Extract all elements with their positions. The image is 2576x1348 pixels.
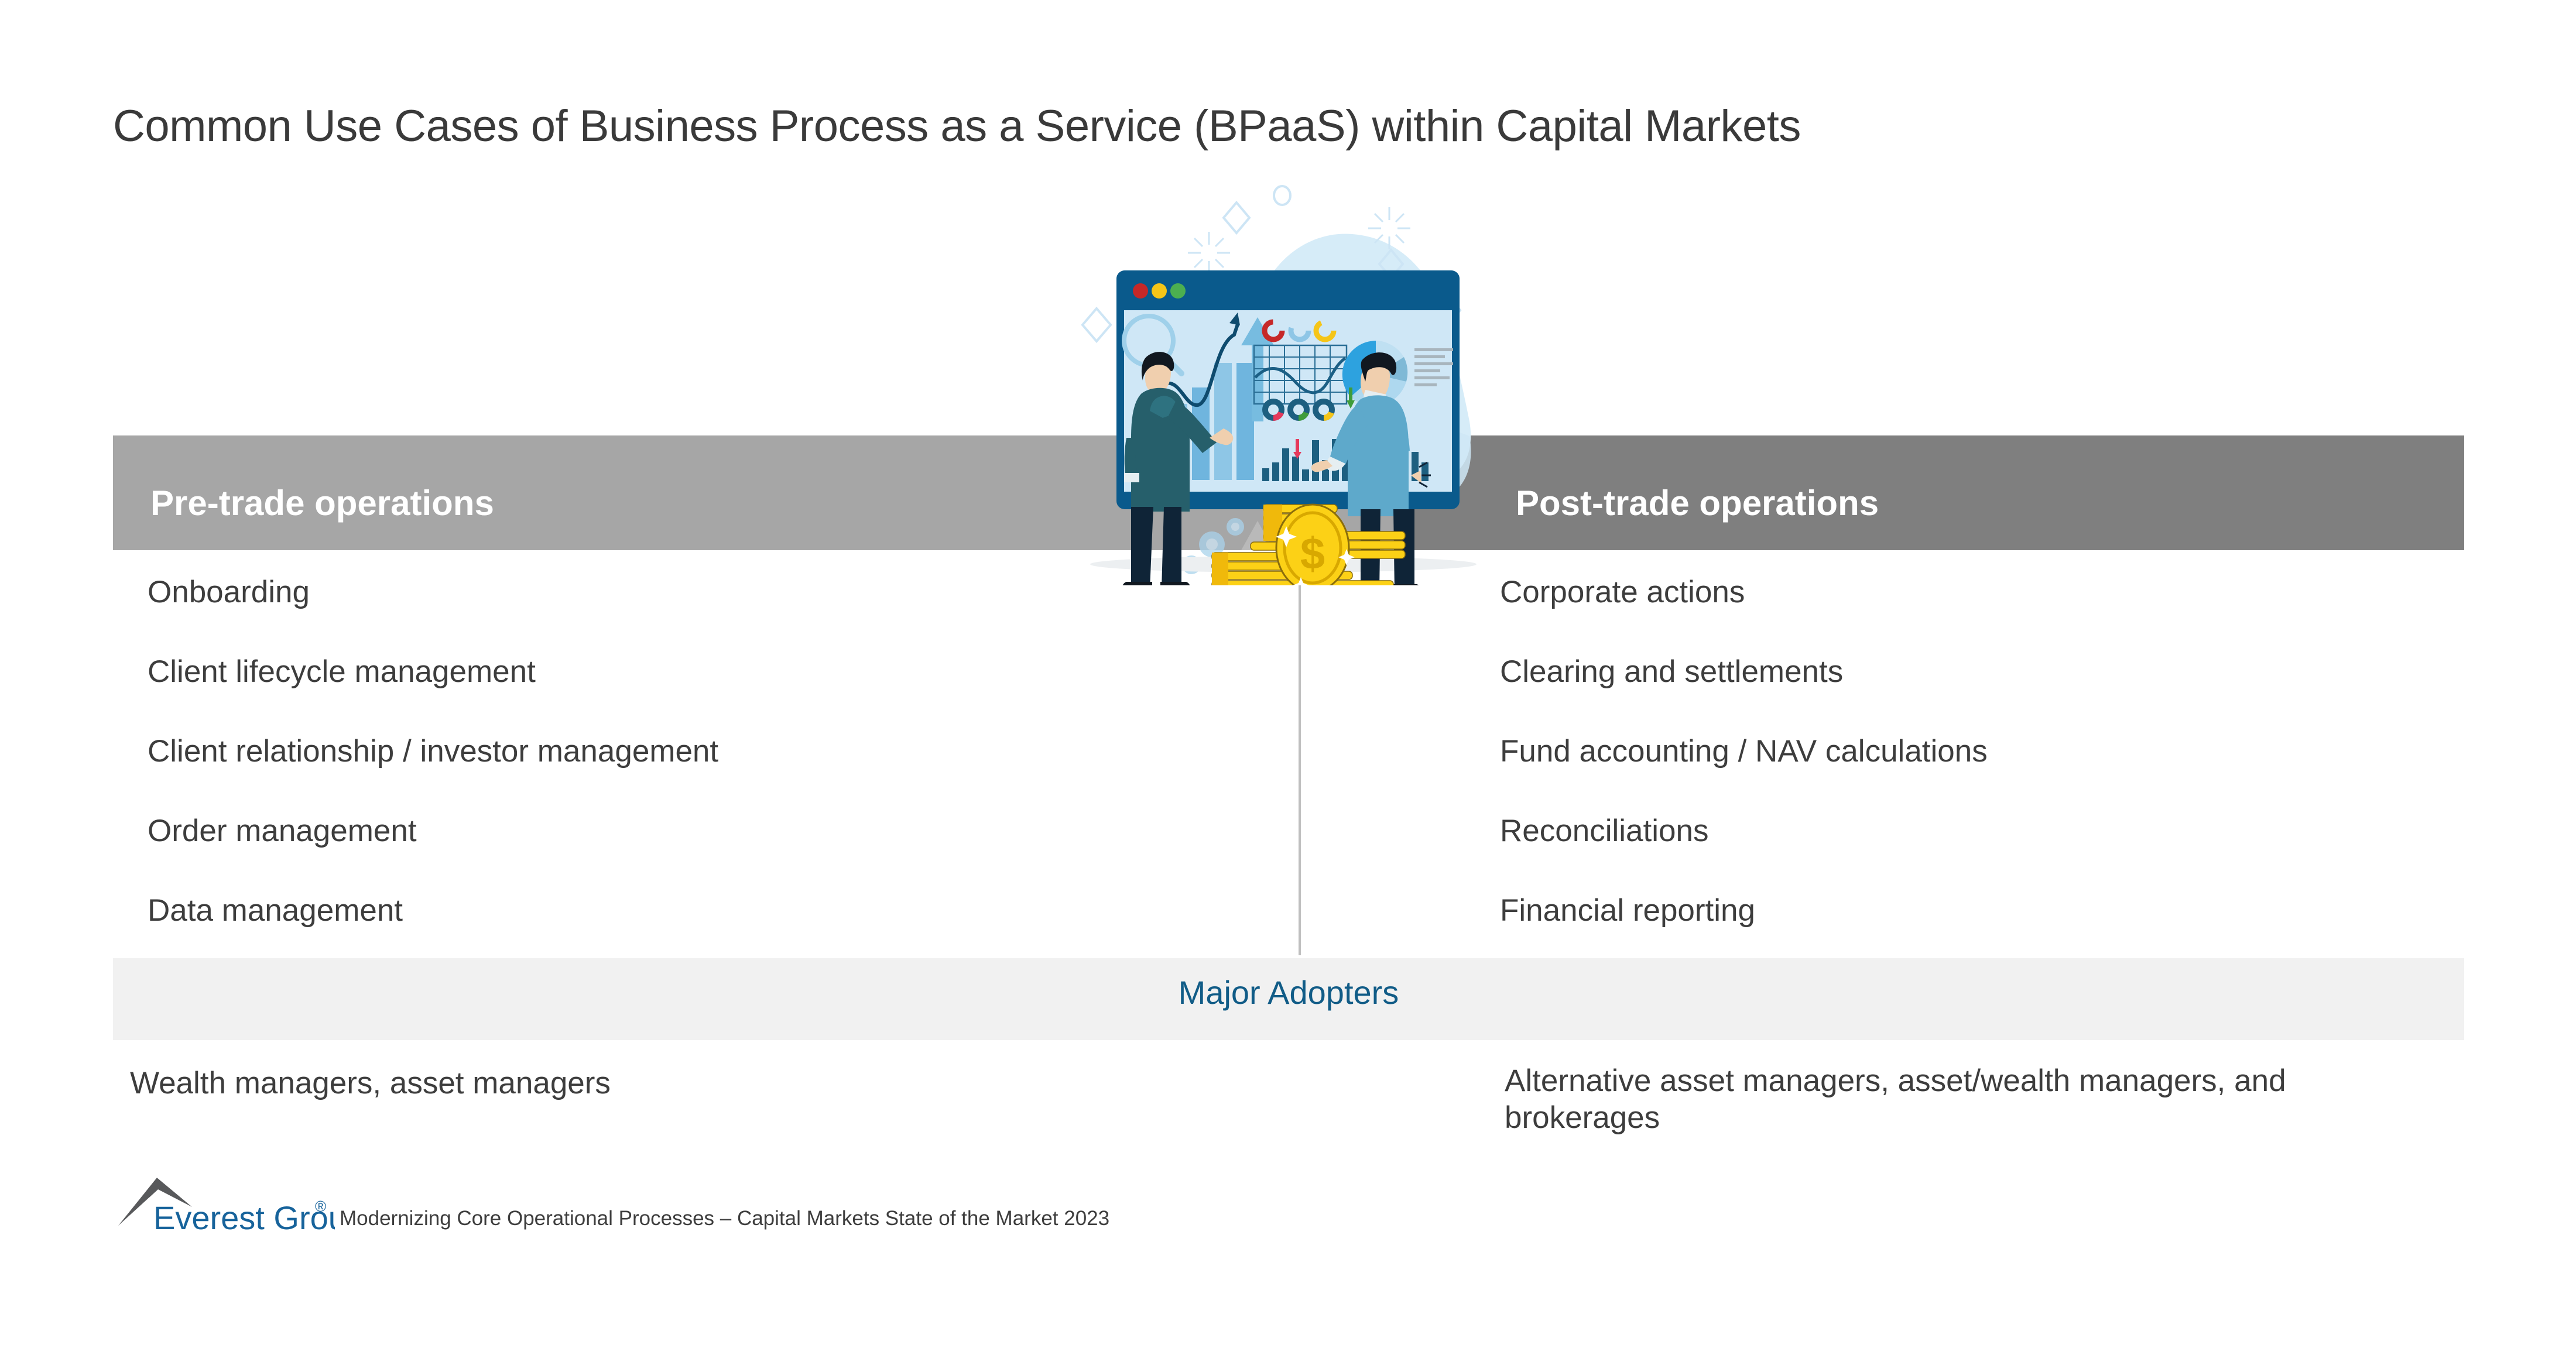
svg-text:Everest Group: Everest Group [153, 1199, 335, 1236]
post-trade-major-adopters-value: Alternative asset managers, asset/wealth… [1505, 1064, 2286, 1135]
list-item: Corporate actions [1500, 575, 1745, 609]
list-item: Financial reporting [1500, 893, 1756, 928]
window-maximize-dot [1170, 283, 1186, 299]
window-minimize-dot [1152, 283, 1167, 299]
pre-trade-use-case-list: Onboarding Client lifecycle management C… [148, 577, 718, 926]
footer-source-note: Modernizing Core Operational Processes –… [340, 1207, 1110, 1230]
major-adopters-band: Major Adopters [113, 958, 2464, 1040]
svg-text:®: ® [315, 1198, 326, 1215]
list-item: Onboarding [148, 575, 310, 609]
list-item: Clearing and settlements [1500, 654, 1844, 689]
window-close-dot [1133, 283, 1148, 299]
business-analytics-dashboard-illustration: $ [1066, 176, 1510, 585]
page-title: Common Use Cases of Business Process as … [113, 101, 1801, 151]
pre-trade-major-adopters-value: Wealth managers, asset managers [130, 1066, 611, 1100]
pre-trade-header-label: Pre-trade operations [150, 483, 494, 523]
list-item: Reconciliations [1500, 814, 1709, 848]
major-adopters-label: Major Adopters [1178, 974, 1399, 1011]
list-item: Client relationship / investor managemen… [148, 734, 719, 769]
post-trade-header-bar: Post-trade operations [1405, 435, 2464, 550]
slide-canvas: Common Use Cases of Business Process as … [0, 0, 2576, 1348]
svg-text:$: $ [1300, 529, 1325, 579]
list-item: Client lifecycle management [148, 654, 536, 689]
post-trade-use-case-list: Corporate actions Clearing and settlemen… [1500, 577, 1988, 926]
list-item: Order management [148, 814, 417, 848]
column-divider [1299, 569, 1301, 955]
everest-group-logo: Everest Group ® [118, 1178, 335, 1236]
list-item: Fund accounting / NAV calculations [1500, 734, 1988, 769]
footer: Everest Group ® Modernizing Core Operati… [117, 1169, 1109, 1239]
list-item: Data management [148, 893, 403, 928]
post-trade-header-label: Post-trade operations [1516, 483, 1879, 523]
